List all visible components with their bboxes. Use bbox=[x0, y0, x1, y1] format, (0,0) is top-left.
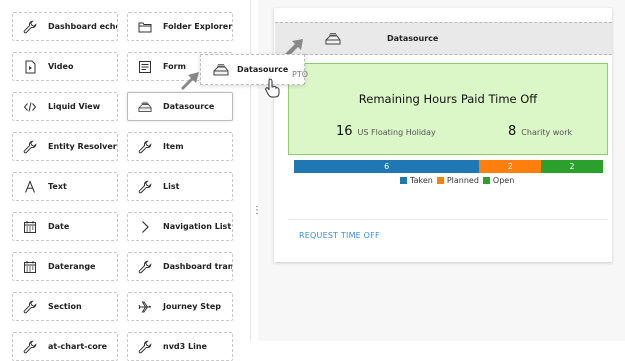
legend-label: Planned bbox=[446, 176, 479, 185]
palette-tile-entity-resolver[interactable]: Entity Resolver bbox=[12, 132, 118, 161]
code-icon bbox=[23, 100, 37, 114]
bar-segment-open: 2 bbox=[541, 160, 603, 173]
video-file-icon bbox=[23, 60, 37, 74]
stat-value: 16 bbox=[336, 124, 353, 139]
pto-tag: PTO bbox=[292, 70, 309, 79]
palette-tile-liquid-view[interactable]: Liquid View bbox=[12, 92, 118, 121]
wrench-icon bbox=[23, 140, 37, 154]
drop-zone[interactable]: Datasource bbox=[275, 22, 612, 55]
bar-segment-planned: 2 bbox=[479, 160, 542, 173]
palette-tile-label: Video bbox=[48, 62, 74, 71]
wrench-icon bbox=[138, 340, 152, 354]
bar-segment-taken: 6 bbox=[294, 160, 480, 173]
component-palette: Dashboard echo Folder Explorer Video Form Li… bbox=[0, 0, 250, 361]
palette-tile-list[interactable]: List bbox=[127, 172, 233, 201]
datasource-icon bbox=[138, 100, 152, 114]
stat-label: US Floating Holiday bbox=[357, 128, 436, 137]
request-time-off-link[interactable]: REQUEST TIME OFF bbox=[299, 231, 380, 240]
palette-tile-label: List bbox=[163, 182, 180, 191]
palette-tile-label: Section bbox=[48, 302, 82, 311]
palette-tile-label: nvd3 Line bbox=[163, 342, 207, 351]
airplane-icon bbox=[138, 300, 152, 314]
wrench-icon bbox=[138, 180, 152, 194]
stat-floating-holiday: 16 US Floating Holiday bbox=[336, 124, 436, 139]
chevron-right-icon bbox=[138, 220, 152, 234]
palette-tile-at-chart-core[interactable]: at-chart-core bbox=[12, 332, 118, 361]
stat-label: Charity work bbox=[521, 128, 573, 137]
legend-swatch bbox=[482, 177, 490, 184]
stat-charity-work: 8 Charity work bbox=[508, 124, 572, 139]
legend-swatch bbox=[400, 177, 407, 184]
palette-tile-label: Entity Resolver bbox=[48, 142, 117, 151]
splitter[interactable] bbox=[250, 0, 251, 341]
pto-stacked-bar: 622 bbox=[294, 160, 603, 173]
palette-tile-dashboard-echo[interactable]: Dashboard echo bbox=[12, 12, 118, 41]
text-icon bbox=[23, 179, 37, 194]
drag-ghost-label: Datasource bbox=[237, 65, 289, 74]
palette-tile-label: Daterange bbox=[48, 262, 96, 271]
palette-tile-label: Liquid View bbox=[48, 102, 101, 111]
palette-tile-section[interactable]: Section bbox=[12, 292, 118, 321]
legend-label: Open bbox=[492, 176, 515, 185]
wrench-icon bbox=[138, 260, 152, 274]
drag-ghost-tile[interactable]: Datasource bbox=[200, 54, 305, 85]
folder-icon bbox=[138, 20, 152, 34]
palette-tile-label: Item bbox=[163, 142, 184, 151]
wrench-icon bbox=[23, 300, 37, 314]
wrench-icon bbox=[23, 20, 37, 34]
palette-tile-label: Navigation List bbox=[163, 222, 232, 231]
palette-tile-label: Dashboard echo bbox=[48, 22, 118, 31]
legend-label: Taken bbox=[410, 176, 433, 185]
datasource-icon bbox=[325, 31, 341, 45]
palette-tile-label: Date bbox=[48, 222, 70, 231]
hand-cursor-icon bbox=[265, 78, 280, 98]
divider bbox=[288, 219, 608, 220]
palette-tile-label: at-chart-core bbox=[48, 342, 108, 351]
drag-handle-icon[interactable]: ⋮ bbox=[252, 206, 262, 216]
palette-tile-daterange[interactable]: Daterange bbox=[12, 252, 118, 281]
palette-tile-label: Folder Explorer bbox=[163, 22, 233, 31]
wrench-icon bbox=[138, 140, 152, 154]
wrench-icon bbox=[23, 340, 37, 354]
stat-value: 8 bbox=[508, 124, 517, 139]
calendar-icon bbox=[23, 260, 37, 274]
legend-swatch bbox=[436, 177, 444, 184]
form-icon bbox=[138, 60, 152, 74]
calendar-icon bbox=[23, 220, 37, 234]
palette-tile-item[interactable]: Item bbox=[127, 132, 233, 161]
palette-tile-dashboard-transf[interactable]: Dashboard transf... bbox=[127, 252, 233, 281]
palette-tile-text[interactable]: Text bbox=[12, 172, 118, 201]
pto-widget: Remaining Hours Paid Time Off 16 US Floa… bbox=[288, 63, 608, 155]
bar-legend: Taken Planned Open bbox=[396, 176, 514, 185]
widget-title: Remaining Hours Paid Time Off bbox=[358, 92, 538, 106]
drag-arrow-icon bbox=[181, 72, 199, 90]
drop-zone-label: Datasource bbox=[387, 34, 439, 43]
palette-tile-journey-step[interactable]: Journey Step bbox=[127, 292, 233, 321]
datasource-icon bbox=[213, 63, 229, 77]
palette-tile-label: Dashboard transf... bbox=[163, 262, 233, 271]
palette-tile-label: Text bbox=[48, 182, 67, 191]
palette-tile-datasource[interactable]: Datasource bbox=[127, 92, 233, 121]
palette-tile-date[interactable]: Date bbox=[12, 212, 118, 241]
palette-tile-label: Journey Step bbox=[163, 302, 221, 311]
palette-tile-video[interactable]: Video bbox=[12, 52, 118, 81]
palette-tile-folder-explorer[interactable]: Folder Explorer bbox=[127, 12, 233, 41]
palette-tile-label: Datasource bbox=[163, 102, 215, 111]
palette-tile-nvd3-line[interactable]: nvd3 Line bbox=[127, 332, 233, 361]
palette-tile-navigation-list[interactable]: Navigation List bbox=[127, 212, 233, 241]
